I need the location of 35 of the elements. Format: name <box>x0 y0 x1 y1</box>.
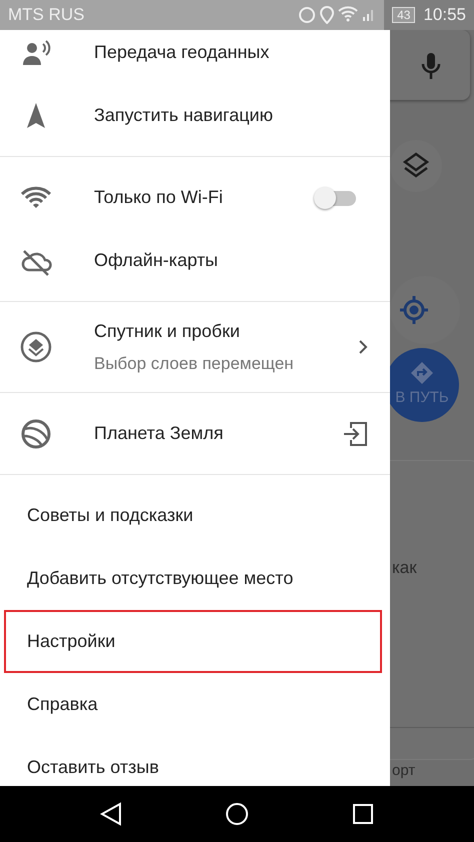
menu-item[interactable]: Справка <box>4 673 382 736</box>
battery-indicator: 43 <box>392 7 416 23</box>
menu-item[interactable]: Настройки <box>4 610 382 673</box>
carrier-name: MTS RUS <box>8 4 84 26</box>
menu-item-label: Спутник и пробки <box>94 320 241 343</box>
back-icon[interactable] <box>100 802 122 826</box>
search-bar[interactable] <box>390 30 470 100</box>
menu-item[interactable]: Запустить навигацию <box>0 84 390 147</box>
chevron-right-icon <box>358 339 368 355</box>
menu-item-label: Офлайн-карты <box>94 249 218 272</box>
menu-item-label: Запустить навигацию <box>94 104 273 127</box>
menu-item[interactable]: Офлайн-карты <box>0 229 390 292</box>
wifi-icon <box>338 6 358 22</box>
toggle-switch[interactable] <box>314 186 356 208</box>
globe-icon <box>20 418 52 450</box>
home-icon[interactable] <box>224 802 249 826</box>
menu-item[interactable]: Передача геоданных <box>0 30 390 84</box>
menu-item-subtitle: Выбор слоев перемещен <box>94 352 294 375</box>
recents-icon[interactable] <box>352 803 374 825</box>
menu-item[interactable]: Только по Wi-Fi <box>0 166 390 229</box>
menu-item[interactable]: Советы и подсказки <box>4 484 382 547</box>
menu-item-label: Передача геоданных <box>94 41 270 64</box>
open-external-icon <box>342 420 368 446</box>
menu-item-label: Только по Wi-Fi <box>94 186 223 209</box>
menu-item-label: Планета Земля <box>94 422 224 445</box>
location-icon <box>320 6 334 24</box>
menu-item[interactable]: Планета Земля <box>0 402 390 465</box>
microphone-icon[interactable] <box>421 52 441 80</box>
menu-item[interactable]: Оставить отзыв <box>4 736 382 786</box>
layers-icon <box>20 331 52 363</box>
directions-icon <box>410 360 434 385</box>
menu-item[interactable]: Спутник и пробки Выбор слоев перемещен <box>0 311 390 383</box>
clock: 10:55 <box>423 4 466 26</box>
card-text: как <box>392 557 417 579</box>
menu-item[interactable]: Добавить отсутствующее место <box>4 547 382 610</box>
